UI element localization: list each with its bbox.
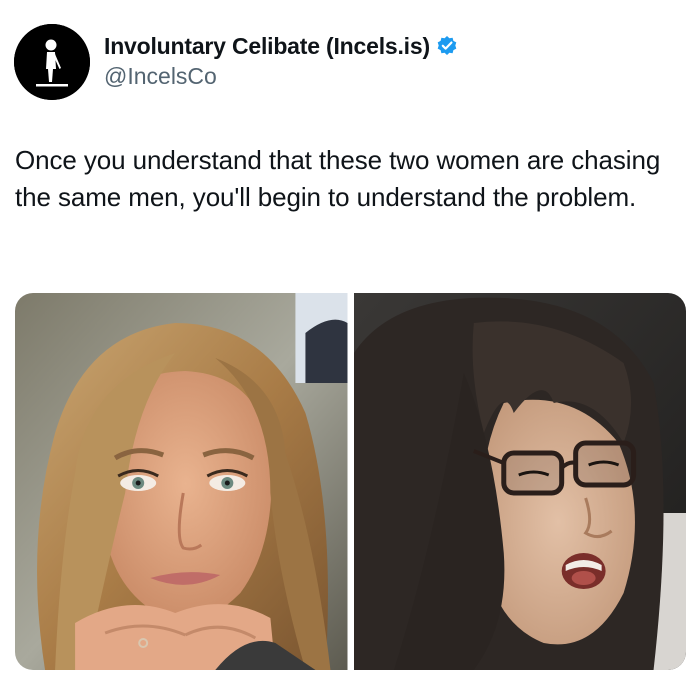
author-avatar[interactable]: [14, 24, 90, 100]
standing-figure-logo-icon: [14, 24, 90, 100]
tweet-card: Involuntary Celibate (Incels.is) @Incels…: [0, 0, 700, 700]
woman-with-glasses-photo: [353, 293, 686, 670]
media-grid: [15, 293, 686, 670]
tweet-text: Once you understand that these two women…: [15, 145, 661, 212]
author-handle[interactable]: @IncelsCo: [104, 63, 458, 90]
verified-badge-icon: [436, 35, 458, 57]
author-info: Involuntary Celibate (Incels.is) @Incels…: [104, 31, 458, 90]
photo-right[interactable]: [353, 293, 686, 670]
blonde-woman-photo: [15, 293, 348, 670]
author-display-name[interactable]: Involuntary Celibate (Incels.is): [104, 33, 430, 60]
photo-left[interactable]: [15, 293, 348, 670]
display-name-row: Involuntary Celibate (Incels.is): [104, 31, 458, 61]
